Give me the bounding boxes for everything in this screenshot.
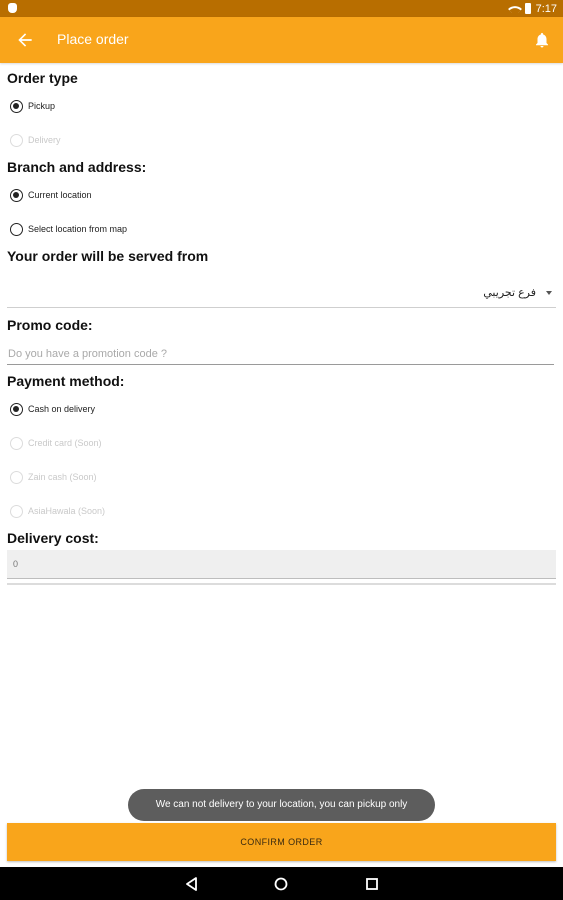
branch-dropdown[interactable]: فرع تجريبي bbox=[7, 280, 556, 308]
branch-dropdown-value: فرع تجريبي bbox=[483, 287, 536, 299]
battery-icon bbox=[524, 3, 531, 14]
status-icons: 7:17 bbox=[507, 1, 557, 16]
radio-button[interactable] bbox=[10, 436, 23, 450]
promo-title: Promo code: bbox=[7, 317, 93, 333]
radio-label: Select location from map bbox=[28, 224, 128, 234]
served-from-title: Your order will be served from bbox=[7, 248, 209, 264]
confirm-order-button[interactable]: CONFIRM ORDER bbox=[7, 823, 556, 861]
radio-button[interactable] bbox=[10, 504, 23, 518]
radio-label: Pickup bbox=[28, 101, 56, 111]
radio-cash-on-delivery[interactable]: Cash on delivery bbox=[10, 400, 95, 418]
radio-button[interactable] bbox=[10, 133, 23, 147]
delivery-cost-title: Delivery cost: bbox=[7, 530, 99, 546]
radio-credit-card[interactable]: Credit card (Soon) bbox=[10, 434, 102, 452]
radio-button[interactable] bbox=[10, 99, 23, 113]
promo-code-input[interactable] bbox=[7, 343, 554, 365]
arrow-left-icon[interactable] bbox=[14, 30, 36, 50]
radio-delivery[interactable]: Delivery bbox=[10, 131, 61, 149]
radio-button[interactable] bbox=[10, 470, 23, 484]
android-icon bbox=[8, 3, 17, 13]
status-bar: 7:17 bbox=[0, 0, 563, 17]
radio-label: AsiaHawala (Soon) bbox=[28, 506, 106, 516]
circle-home-icon[interactable] bbox=[273, 876, 289, 892]
toast-message: We can not delivery to your location, yo… bbox=[128, 789, 435, 821]
triangle-back-icon[interactable] bbox=[184, 876, 200, 892]
delivery-cost-field: 0 bbox=[7, 550, 556, 579]
radio-label: Cash on delivery bbox=[28, 404, 96, 414]
bell-icon[interactable] bbox=[533, 30, 551, 50]
radio-select-from-map[interactable]: Select location from map bbox=[10, 220, 127, 238]
app-bar: Place order bbox=[0, 17, 563, 63]
square-recents-icon[interactable] bbox=[364, 876, 380, 892]
branch-title: Branch and address: bbox=[7, 159, 147, 175]
radio-label: Current location bbox=[28, 190, 92, 200]
wifi-icon bbox=[507, 1, 522, 16]
status-time: 7:17 bbox=[535, 2, 557, 15]
radio-zain-cash[interactable]: Zain cash (Soon) bbox=[10, 468, 97, 486]
system-nav-bar bbox=[0, 867, 563, 900]
radio-button[interactable] bbox=[10, 402, 23, 416]
radio-label: Zain cash (Soon) bbox=[28, 472, 97, 482]
page-title: Place order bbox=[57, 31, 129, 47]
radio-pickup[interactable]: Pickup bbox=[10, 97, 55, 115]
radio-button[interactable] bbox=[10, 222, 23, 236]
payment-title: Payment method: bbox=[7, 373, 125, 389]
chevron-down-icon bbox=[546, 291, 552, 295]
order-type-title: Order type bbox=[7, 70, 78, 86]
radio-label: Delivery bbox=[28, 135, 61, 145]
radio-asiahawala[interactable]: AsiaHawala (Soon) bbox=[10, 502, 105, 520]
radio-current-location[interactable]: Current location bbox=[10, 186, 92, 204]
radio-button[interactable] bbox=[10, 188, 23, 202]
radio-label: Credit card (Soon) bbox=[28, 438, 102, 448]
divider bbox=[7, 583, 556, 585]
